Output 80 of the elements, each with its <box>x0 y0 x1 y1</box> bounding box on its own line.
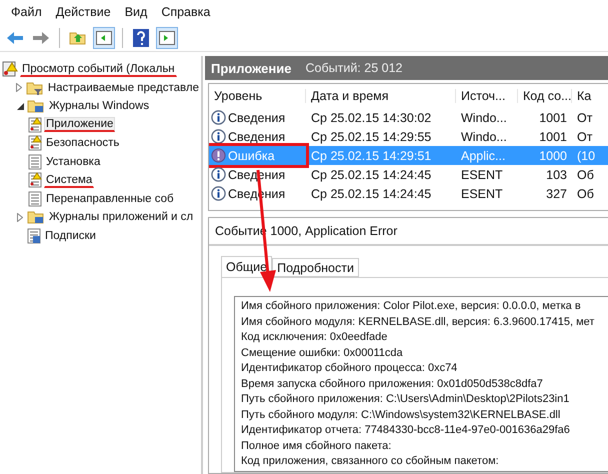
tree-item[interactable]: Журналы приложений и сл <box>47 210 196 224</box>
action-pane-button[interactable] <box>156 26 178 48</box>
description-line: Идентификатор отчета: 77484330-bcc8-11e4-97e0-001636a29fa6 <box>241 424 571 438</box>
pane-toggle-button[interactable] <box>93 26 115 48</box>
event-count: Событий: 25 012 <box>305 61 402 75</box>
log-warning-icon <box>28 135 42 152</box>
tree-item[interactable]: Перенаправленные соб <box>44 192 176 206</box>
column-header[interactable]: Дата и время <box>306 89 456 103</box>
date-cell-text: Ср 25.02.15 14:24:45 <box>310 168 432 182</box>
log-icon <box>28 154 42 170</box>
date-cell-text: Ср 25.02.15 14:24:45 <box>310 186 432 200</box>
log-icon <box>28 190 42 207</box>
column-header[interactable]: Уровень <box>209 89 306 103</box>
table-cell-text: Об <box>576 186 595 200</box>
code-cell-text: 1001 <box>538 110 568 124</box>
code-cell-text: 103 <box>545 168 568 182</box>
description-line: Идентификатор сбойного процесса: 0xc74 <box>241 362 458 376</box>
description-line: Полное имя сбойного пакета: <box>241 440 392 454</box>
tree-item[interactable]: Настраиваемые представле <box>46 80 201 95</box>
column-header[interactable]: Источ... <box>456 89 518 103</box>
tree-item[interactable]: Журналы Windows <box>47 99 152 114</box>
tree-item[interactable]: Безопасность <box>44 136 122 150</box>
menu-item[interactable]: Справка <box>154 5 218 19</box>
level-text: Сведения <box>228 110 286 124</box>
source-cell-text: ESENT <box>460 168 504 182</box>
table-cell-text: От <box>576 110 594 124</box>
tab[interactable]: Подробности <box>272 258 359 277</box>
event-row[interactable]: Сведения Ср 25.02.15 14:29:55 Windo... 1001 От <box>209 127 608 146</box>
column-header[interactable]: Ка <box>572 89 608 103</box>
description-line: Смещение ошибки: 0x00011cda <box>241 346 404 360</box>
source-cell-text: Windo... <box>460 110 508 124</box>
description-line: Код приложения, связанного со сбойным пакетом: <box>241 455 500 469</box>
info-icon <box>211 186 226 201</box>
source-cell-text: ESENT <box>460 186 504 200</box>
subscriptions-icon <box>27 228 41 244</box>
filter-folder-icon <box>26 80 44 96</box>
code-cell-text: 1001 <box>538 130 568 144</box>
event-viewer-icon <box>2 61 18 78</box>
info-icon <box>211 110 226 125</box>
expand-icon[interactable] <box>16 83 22 92</box>
description-line: Имя сбойного приложения: Color Pilot.exe, версия: 0.0.0.0, метка в <box>241 300 582 314</box>
tree-item[interactable]: Просмотр событий (Локальн <box>20 62 177 77</box>
column-header[interactable]: Код со... <box>518 89 572 103</box>
source-cell-text: Windo... <box>460 130 508 144</box>
table-cell-text: Об <box>576 168 595 182</box>
description-line: Путь сбойного модуля: C:\Windows\system32\KERNELBASE.dll <box>241 408 562 422</box>
info-icon <box>211 129 226 144</box>
log-title: Приложение <box>211 60 292 76</box>
tab[interactable]: Общие <box>221 256 272 277</box>
description-line: Имя сбойного модуля: KERNELBASE.dll, версия: 6.3.9600.17415, мет <box>241 316 596 330</box>
date-cell-text: Ср 25.02.15 14:29:55 <box>310 130 432 144</box>
tree-item[interactable]: Подписки <box>43 228 98 243</box>
tree-item[interactable]: Система <box>44 172 94 188</box>
tree-item[interactable]: Приложение <box>44 117 116 132</box>
help-button[interactable] <box>130 26 152 48</box>
description-line: Путь сбойного приложения: C:\Users\Admin\Desktop\2Pilots23in1 <box>241 393 570 407</box>
collapse-icon[interactable] <box>16 102 24 110</box>
source-cell-text: Applic... <box>460 148 506 162</box>
date-cell-text: Ср 25.02.15 14:30:02 <box>310 110 432 124</box>
description-line: Время запуска сбойного приложения: 0x01d050d538c8dfa7 <box>241 378 544 392</box>
level-text: Ошибка <box>228 148 275 162</box>
date-cell-text: Ср 25.02.15 14:29:51 <box>310 148 432 162</box>
info-icon <box>211 167 226 182</box>
code-cell-text: 1000 <box>538 148 568 162</box>
log-warning-icon <box>28 116 42 133</box>
folder-icon <box>27 98 45 114</box>
description-line: Код исключения: 0x0eedfade <box>241 331 388 345</box>
menu-item[interactable]: Файл <box>4 5 49 19</box>
table-cell-text: От <box>576 130 594 144</box>
folder-icon <box>27 209 45 226</box>
code-cell-text: 327 <box>545 186 568 200</box>
error-icon <box>211 148 226 163</box>
menu-item[interactable]: Действие <box>48 5 118 19</box>
tree-item[interactable]: Установка <box>44 154 102 169</box>
event-row[interactable]: Сведения Ср 25.02.15 14:30:02 Windo... 1001 От <box>209 108 608 127</box>
table-cell-text: (10 <box>576 148 596 162</box>
log-warning-icon <box>28 172 42 188</box>
menu-item[interactable]: Вид <box>118 5 154 19</box>
expand-icon[interactable] <box>17 212 23 222</box>
level-text: Сведения <box>228 130 286 144</box>
